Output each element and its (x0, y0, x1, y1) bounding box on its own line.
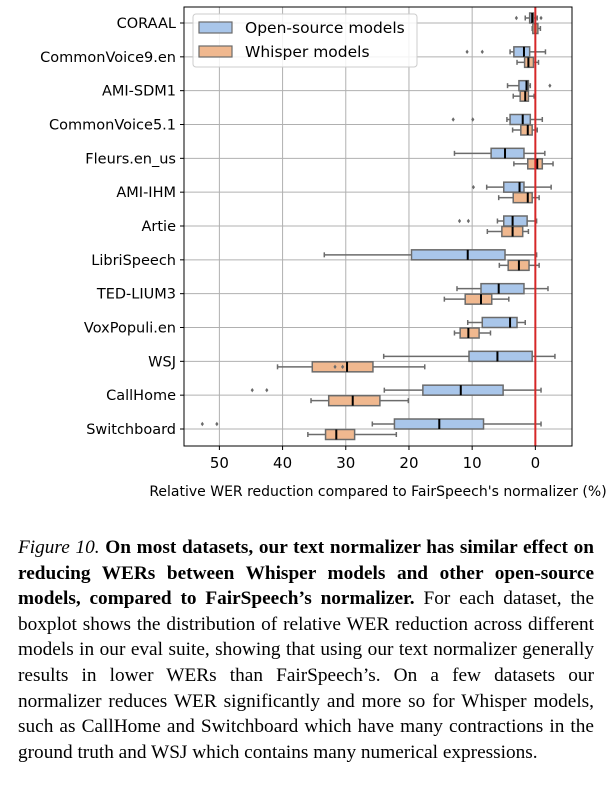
y-tick-label: TED-LIUM3 (96, 287, 176, 303)
figure-caption: Figure 10. On most datasets, our text no… (18, 535, 594, 765)
y-tick-label: AMI-IHM (116, 185, 176, 201)
legend-label: Open-source models (245, 19, 405, 37)
outlier-point (250, 387, 254, 393)
y-tick-label: LibriSpeech (91, 253, 176, 269)
outlier-point (451, 117, 455, 122)
x-tick-label: 0 (531, 454, 541, 472)
open-source-box-callhome (422, 384, 504, 396)
y-tick-label: CommonVoice9.en (40, 50, 176, 66)
y-tick-label: Fleurs.en_us (85, 151, 176, 167)
outlier-point (466, 218, 470, 224)
outlier-point (200, 421, 204, 427)
x-tick-label: 20 (399, 454, 418, 472)
y-tick-label: CallHome (106, 388, 176, 404)
outlier-point (457, 218, 462, 224)
open-source-box-fleurs-en-us (490, 147, 525, 160)
y-tick-label: AMI-SDM1 (102, 84, 176, 100)
x-tick-label: 30 (336, 454, 355, 472)
open-source-box-voxpopuli-en (481, 316, 518, 329)
y-tick-label: CORAAL (117, 16, 176, 32)
whisper-box-ted-lium3 (464, 293, 493, 305)
outlier-point (465, 49, 469, 55)
open-source-box-commonvoice5-1 (509, 113, 532, 126)
open-source-box-ted-lium3 (480, 282, 525, 295)
whisper-box-callhome (327, 394, 381, 407)
open-source-box-librispeech (410, 249, 506, 261)
legend-swatch-open-source (198, 21, 233, 34)
outlier-point (215, 421, 219, 427)
whisper-box-voxpopuli-en (459, 327, 480, 339)
open-source-box-wsj (468, 350, 533, 363)
outlier-point (265, 387, 269, 393)
boxplot-chart: CORAAL CommonVoice9.en AMI-SDM1 CommonVoice… (40, 6, 607, 500)
y-tick-label: WSJ (148, 354, 176, 370)
figure-label: Figure 10. (18, 537, 100, 558)
outlier-point (480, 49, 484, 55)
outlier-point (548, 83, 552, 88)
y-tick-label: Switchboard (86, 422, 176, 438)
open-source-box-ami-ihm (503, 181, 525, 193)
x-tick-label: 40 (273, 454, 292, 472)
outlier-point (539, 15, 543, 21)
whisper-box-ami-ihm (512, 191, 533, 204)
outlier-point (514, 15, 518, 21)
whisper-box-switchboard (324, 428, 356, 441)
y-tick-label: CommonVoice5.1 (49, 118, 176, 134)
open-source-box-commonvoice9-en (513, 46, 531, 58)
x-tick-label: 10 (463, 454, 482, 472)
whisper-box-commonvoice5-1 (520, 124, 533, 136)
legend-swatch-whisper (198, 45, 233, 58)
y-tick-label: Artie (141, 219, 176, 235)
x-tick-label: 50 (210, 454, 229, 472)
caption-body-text: For each dataset, the boxplot shows the … (18, 588, 594, 763)
y-tick-label: VoxPopuli.en (84, 321, 176, 337)
x-axis-label: Relative WER reduction compared to FairS… (149, 484, 606, 500)
open-source-box-artie (503, 215, 528, 227)
legend-label: Whisper models (245, 43, 370, 61)
